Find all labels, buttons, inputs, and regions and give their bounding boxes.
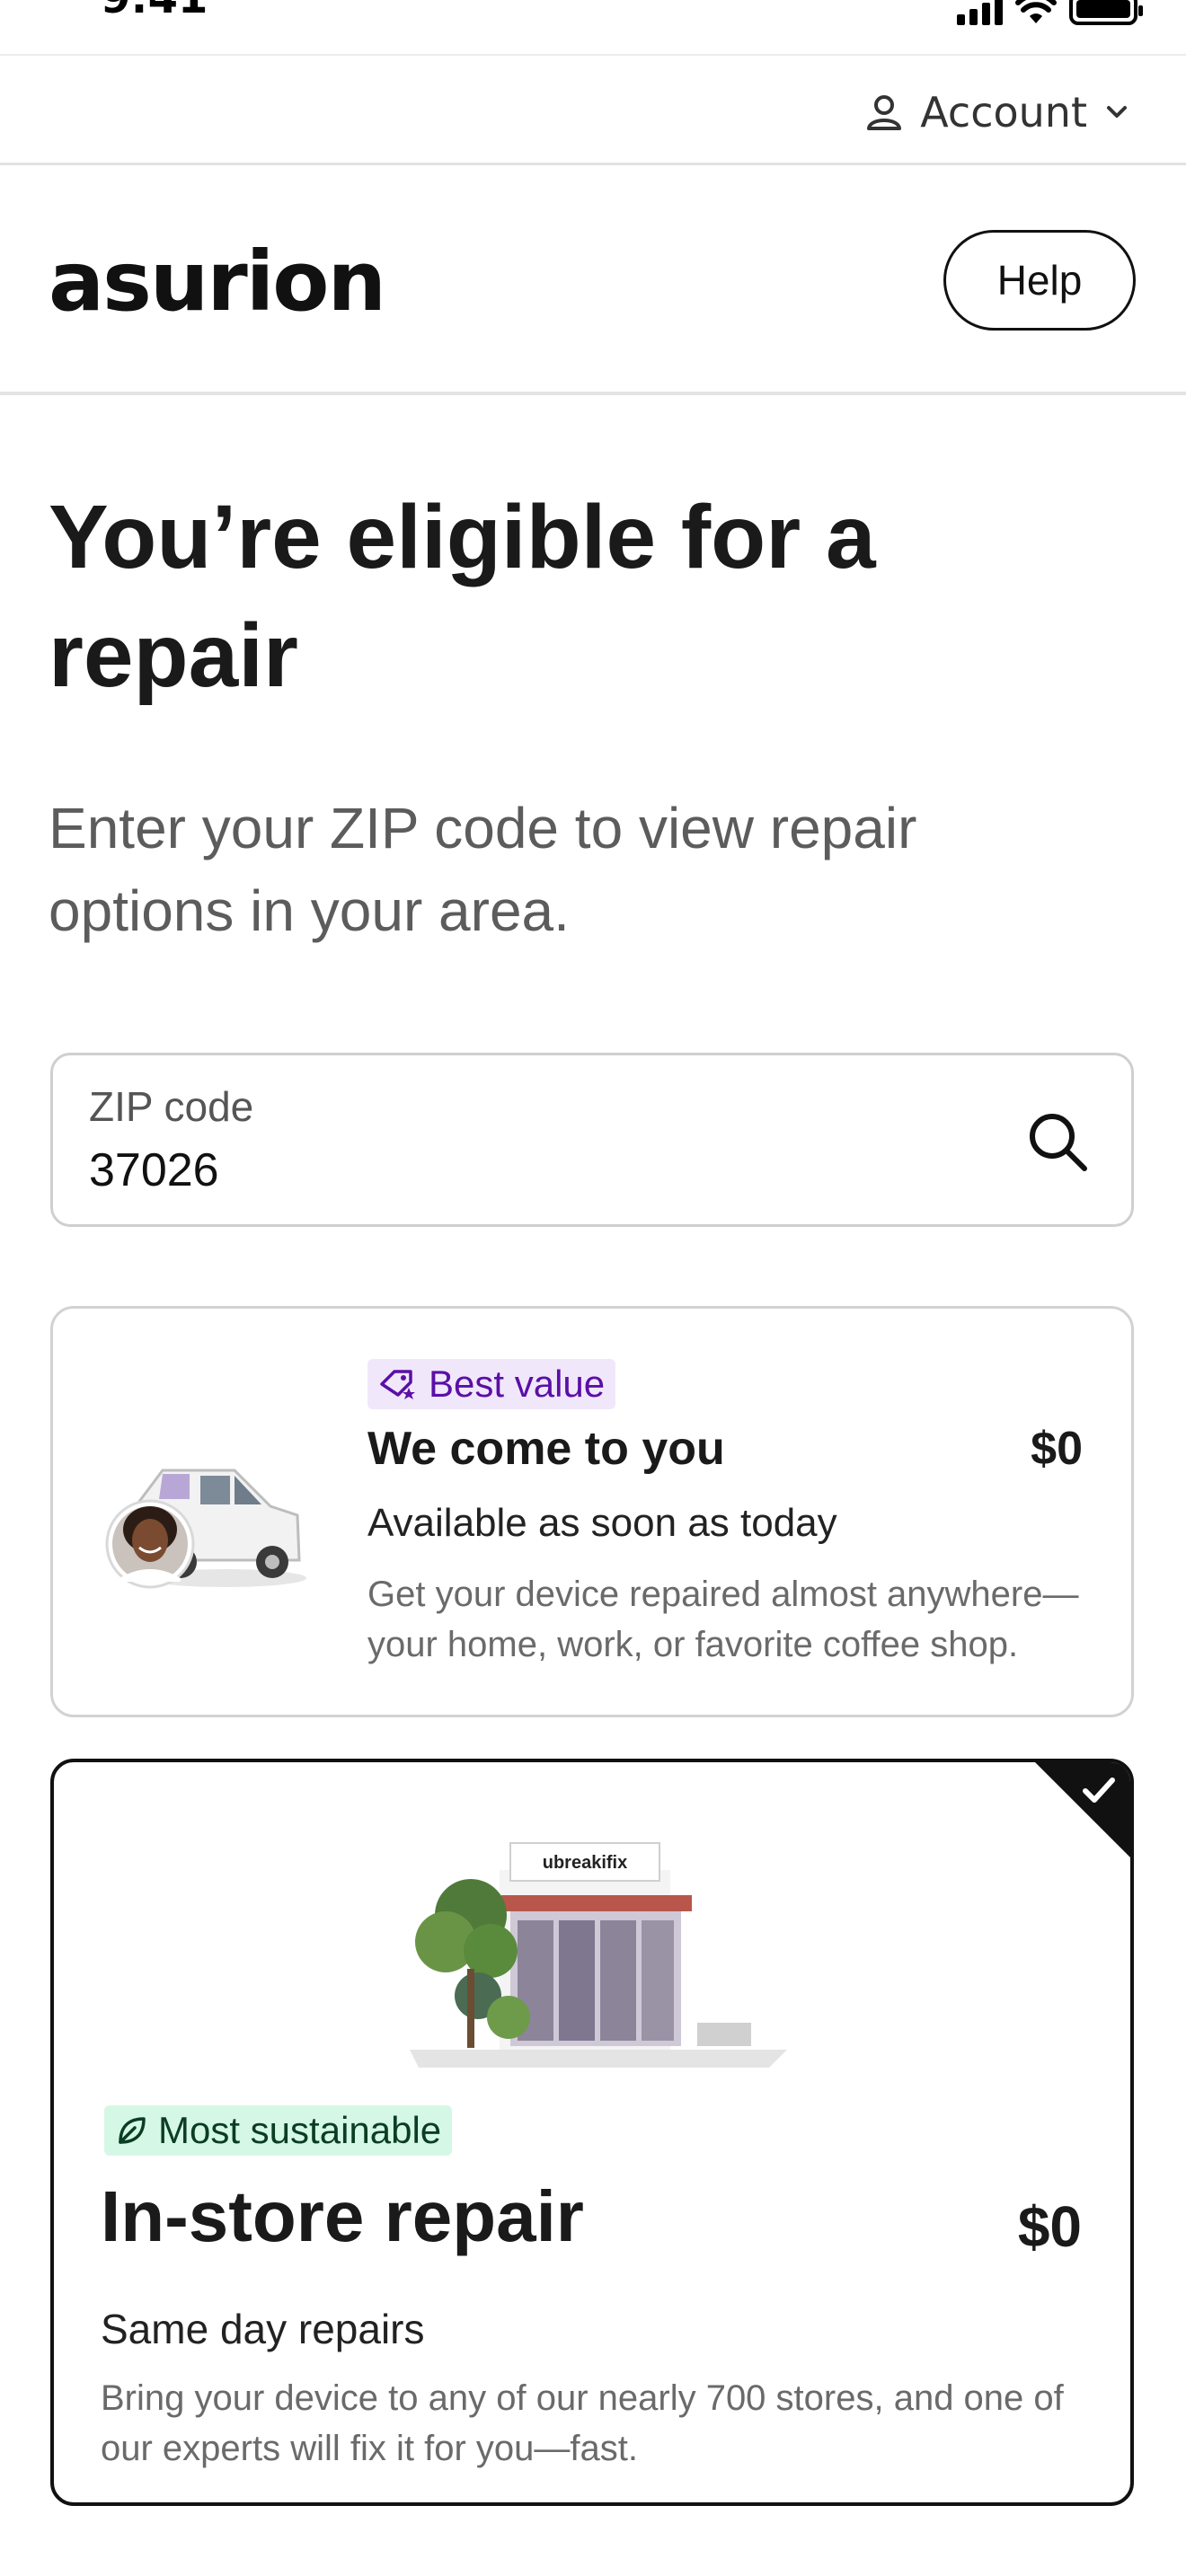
store-illustration: ubreakifix — [410, 1842, 787, 2068]
option-title: We come to you — [367, 1423, 725, 1475]
help-button[interactable]: Help — [943, 230, 1136, 331]
best-value-label: Best value — [429, 1363, 606, 1405]
most-sustainable-label: Most sustainable — [158, 2109, 442, 2151]
wifi-icon — [1015, 0, 1057, 23]
option-description: Get your device repaired almost anywhere… — [367, 1575, 1079, 1664]
status-icons — [957, 0, 1143, 25]
leaf-icon — [119, 2117, 146, 2144]
store-sign-text: ubreakifix — [543, 1853, 627, 1873]
option-price: $0 — [1017, 2194, 1082, 2259]
account-bar: Account — [0, 54, 1186, 165]
site-header: asurion Help — [0, 165, 1186, 395]
option-price: $0 — [1031, 1423, 1083, 1475]
option-availability: Same day repairs — [101, 2306, 425, 2352]
most-sustainable-badge: Most sustainable — [104, 2105, 453, 2156]
status-time: 9:41 — [101, 0, 208, 23]
account-menu-button[interactable]: Account — [864, 88, 1130, 137]
asurion-logo[interactable]: asurion — [49, 234, 386, 330]
repair-van-illustration — [105, 1469, 306, 1589]
search-icon[interactable] — [1023, 1107, 1092, 1176]
person-icon — [867, 95, 902, 130]
battery-icon — [1069, 0, 1143, 25]
best-value-badge: Best value — [367, 1359, 616, 1409]
cellular-signal-icon — [957, 0, 1003, 25]
price-tag-icon — [380, 1370, 415, 1399]
chevron-down-icon — [1107, 106, 1127, 118]
status-bar: 9:41 — [0, 0, 1186, 54]
zip-code-label: ZIP code — [89, 1083, 254, 1130]
selected-checkmark-icon — [1035, 1762, 1130, 1857]
repair-option-in-store[interactable]: ubreakifix Most sustainable In-store rep… — [50, 1759, 1134, 2506]
zip-code-input[interactable]: 37026 — [89, 1143, 219, 1197]
option-availability: Available as soon as today — [367, 1501, 837, 1545]
option-title: In-store repair — [101, 2176, 584, 2256]
page-subtitle: Enter your ZIP code to view repair optio… — [49, 796, 917, 943]
page-title: You’re eligible for a repair — [49, 487, 876, 706]
option-description: Bring your device to any of our nearly 7… — [101, 2378, 1064, 2468]
zip-code-field[interactable]: ZIP code 37026 — [50, 1053, 1134, 1227]
repair-option-mobile[interactable]: Best value We come to you $0 Available a… — [50, 1306, 1134, 1717]
account-label: Account — [920, 88, 1087, 137]
